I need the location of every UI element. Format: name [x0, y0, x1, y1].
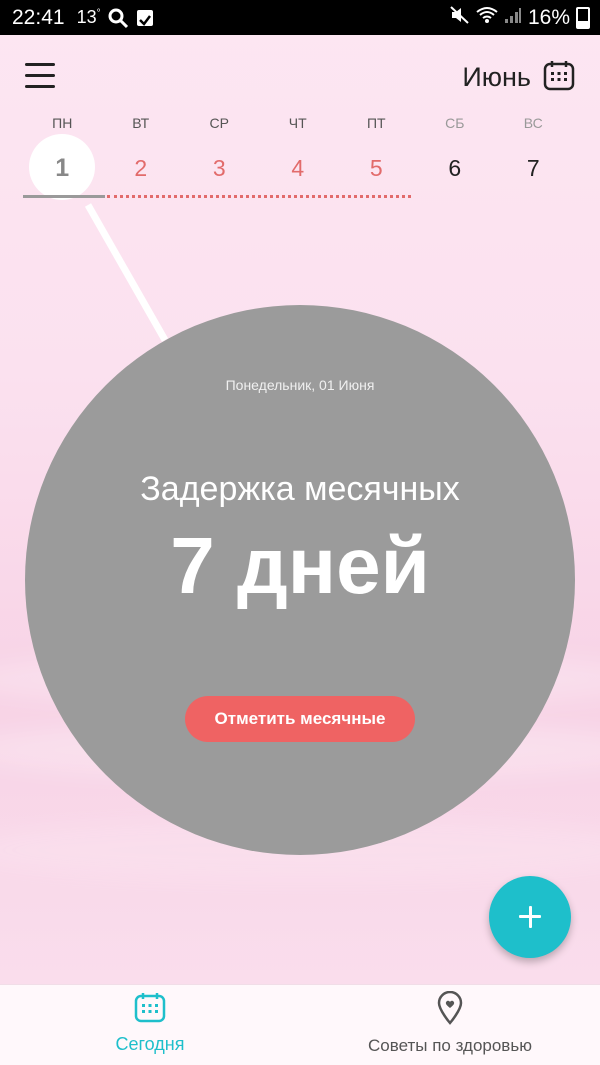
app-screen: 22:41 13° 16% Июнь ПН ВТ СР ЧТ ПТ СБ ВС … [0, 0, 600, 1065]
mute-icon [450, 5, 470, 30]
cycle-status-circle: Понедельник, 01 Июня Задержка месячных 7… [25, 305, 575, 855]
status-bar: 22:41 13° 16% [0, 0, 600, 35]
nav-today[interactable]: Сегодня [0, 985, 300, 1065]
weekday-fri: ПТ [366, 115, 386, 131]
month-label: Июнь [462, 62, 531, 92]
menu-button[interactable] [25, 63, 57, 89]
date-number: 4 [291, 154, 305, 181]
wifi-icon [476, 6, 498, 30]
checkbox-notification-icon [136, 9, 153, 26]
calendar-icon [543, 59, 575, 96]
signal-icon [504, 6, 522, 30]
weekday-row: ПН ВТ СР ЧТ ПТ СБ ВС [23, 115, 573, 131]
nav-today-label: Сегодня [115, 1034, 185, 1054]
battery-percent: 16% [527, 5, 570, 29]
date-cell[interactable]: 6 [416, 139, 495, 197]
add-button[interactable] [489, 876, 571, 958]
date-number: 7 [526, 154, 540, 181]
menu-icon-bar [25, 74, 55, 77]
date-cell-selected[interactable]: 1 [23, 134, 102, 200]
date-number: 2 [134, 154, 148, 181]
circle-date-label: Понедельник, 01 Июня [225, 377, 375, 393]
predicted-period-underline [107, 195, 411, 198]
header: Июнь [0, 35, 600, 115]
date-number: 3 [212, 154, 226, 181]
battery-icon [576, 6, 590, 29]
date-cell[interactable]: 2 [102, 139, 181, 197]
weekday-wed: СР [209, 115, 229, 131]
date-row: 1 2 3 4 5 6 7 [23, 134, 573, 200]
date-number: 6 [448, 154, 462, 181]
menu-icon-bar [25, 85, 55, 88]
weekday-mon: ПН [52, 115, 73, 131]
date-number: 1 [55, 153, 70, 182]
search-icon [107, 7, 129, 29]
weekday-tue: ВТ [132, 115, 150, 131]
status-right-group: 16% [450, 6, 590, 30]
selected-day-underline [23, 195, 105, 198]
temperature-value: 13 [76, 7, 97, 27]
week-strip: ПН ВТ СР ЧТ ПТ СБ ВС 1 2 3 4 5 6 7 [23, 115, 573, 200]
date-number: 5 [369, 154, 383, 181]
nav-health-tips[interactable]: Советы по здоровью [300, 985, 600, 1065]
weekday-sun: ВС [523, 115, 543, 131]
status-temperature: 13° [77, 7, 101, 28]
delay-days-value: 7 дней [170, 521, 430, 610]
nav-health-tips-label: Советы по здоровью [368, 1036, 532, 1055]
circle-title: Задержка месячных [140, 470, 460, 508]
date-cell[interactable]: 7 [494, 139, 573, 197]
date-cell[interactable]: 4 [259, 139, 338, 197]
status-time: 22:41 [12, 5, 65, 29]
menu-icon [25, 63, 55, 66]
month-selector[interactable]: Июнь [462, 59, 575, 96]
mark-period-button[interactable]: Отметить месячные [185, 696, 415, 742]
date-cell[interactable]: 3 [180, 139, 259, 197]
weekday-sat: СБ [445, 115, 465, 131]
calendar-icon [134, 991, 166, 1028]
date-cell[interactable]: 5 [337, 139, 416, 197]
plus-icon-vertical [528, 906, 532, 928]
location-heart-icon [437, 990, 463, 1030]
degree-sign: ° [96, 8, 101, 19]
weekday-thu: ЧТ [288, 115, 307, 131]
bottom-navigation: Сегодня Советы по здоровью [0, 984, 600, 1065]
